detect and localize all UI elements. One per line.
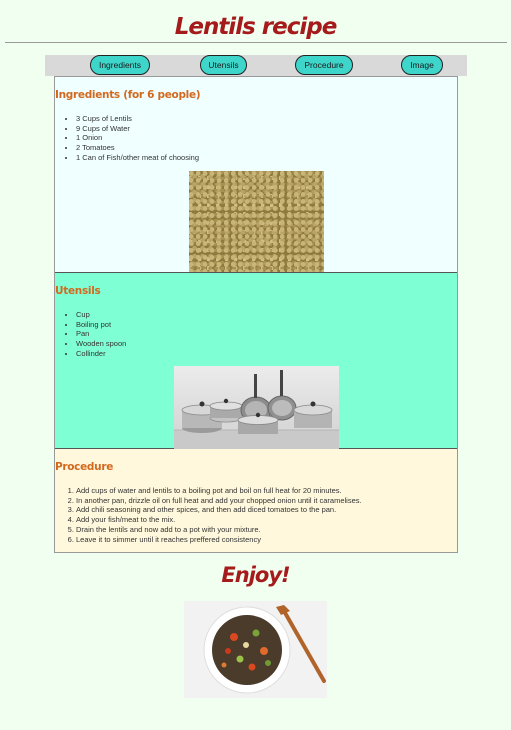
list-item: 2 Tomatoes	[76, 143, 199, 153]
list-item: Collinder	[76, 349, 126, 359]
list-item: Drain the lentils and now add to a pot w…	[76, 525, 362, 535]
nav-button-image[interactable]: Image	[401, 55, 443, 75]
page-title: Lentils recipe	[174, 14, 338, 40]
list-item: Boiling pot	[76, 320, 126, 330]
closing-heading: Enjoy!	[221, 563, 290, 587]
list-item: 1 Onion	[76, 133, 199, 143]
nav-button-procedure[interactable]: Procedure	[295, 55, 353, 75]
recipe-container: Ingredients (for 6 people) 3 Cups of Len…	[54, 76, 458, 553]
list-item: Cup	[76, 310, 126, 320]
list-item: 3 Cups of Lentils	[76, 114, 199, 124]
list-item: Wooden spoon	[76, 339, 126, 349]
lentils-image	[189, 171, 324, 272]
utensils-image	[174, 366, 339, 449]
procedure-section: Procedure Add cups of water and lentils …	[55, 449, 457, 552]
list-item: Add cups of water and lentils to a boili…	[76, 486, 362, 496]
list-item: Leave it to simmer until it reaches pref…	[76, 535, 362, 545]
list-item: Add chili seasoning and other spices, an…	[76, 505, 362, 515]
list-item: In another pan, drizzle oil on full heat…	[76, 496, 362, 506]
pots-and-pans-icon	[174, 370, 339, 449]
lentil-salad-bowl-icon	[184, 601, 327, 698]
ingredients-section: Ingredients (for 6 people) 3 Cups of Len…	[55, 77, 457, 272]
title-divider	[5, 42, 507, 43]
nav-button-utensils[interactable]: Utensils	[200, 55, 247, 75]
utensils-section: Utensils Cup Boiling pot Pan Wooden spoo…	[55, 272, 457, 449]
list-item: 1 Can of Fish/other meat of choosing	[76, 153, 199, 163]
section-nav: Ingredients Utensils Procedure Image	[45, 55, 467, 76]
nav-button-ingredients[interactable]: Ingredients	[90, 55, 150, 75]
procedure-heading: Procedure	[55, 461, 114, 473]
list-item: Pan	[76, 329, 126, 339]
utensils-heading: Utensils	[55, 285, 101, 297]
procedure-steps: Add cups of water and lentils to a boili…	[76, 486, 362, 544]
ingredients-heading: Ingredients (for 6 people)	[55, 89, 201, 101]
dish-image	[184, 601, 327, 698]
list-item: 9 Cups of Water	[76, 124, 199, 134]
ingredients-list: 3 Cups of Lentils 9 Cups of Water 1 Onio…	[76, 114, 199, 163]
utensils-list: Cup Boiling pot Pan Wooden spoon Collind…	[76, 310, 126, 359]
list-item: Add your fish/meat to the mix.	[76, 515, 362, 525]
